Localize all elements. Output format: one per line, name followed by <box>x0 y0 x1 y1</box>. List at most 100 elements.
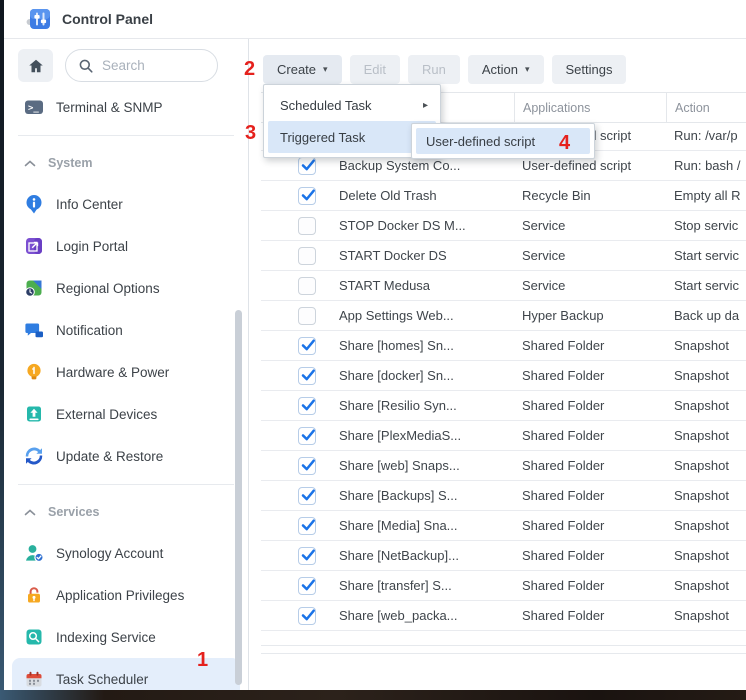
section-label: Services <box>48 505 99 519</box>
applications-cell: Shared Folder <box>514 458 666 473</box>
search-input[interactable]: Search <box>65 49 218 82</box>
row-checkbox[interactable] <box>298 277 316 295</box>
table-row[interactable]: START Docker DSServiceStart servic <box>261 241 746 271</box>
sidebar-divider <box>18 484 234 485</box>
window-titlebar: Control Panel <box>4 0 746 39</box>
sidebar-item-label: Update & Restore <box>56 449 163 464</box>
table-row[interactable]: Share [homes] Sn...Shared FolderSnapshot <box>261 331 746 361</box>
sidebar-nav: >_Terminal & SNMP SystemInfo CenterLogin … <box>4 86 248 690</box>
table-row[interactable]: App Settings Web...Hyper BackupBack up d… <box>261 301 746 331</box>
create-button[interactable]: Create▾ <box>263 55 342 84</box>
edit-button-label: Edit <box>364 62 386 77</box>
table-row[interactable]: Share [PlexMediaS...Shared FolderSnapsho… <box>261 421 746 451</box>
task-name-cell: Share [transfer] S... <box>339 578 514 593</box>
task-name-cell: START Medusa <box>339 278 514 293</box>
list-footer-divider <box>261 645 746 646</box>
menu-item-label: Triggered Task <box>280 130 365 145</box>
checkbox-cell <box>261 607 339 625</box>
applications-cell: Shared Folder <box>514 608 666 623</box>
applications-cell: Shared Folder <box>514 338 666 353</box>
table-row[interactable]: Share [NetBackup]...Shared FolderSnapsho… <box>261 541 746 571</box>
settings-button[interactable]: Settings <box>552 55 627 84</box>
checkbox-cell <box>261 427 339 445</box>
sidebar-item-label: Terminal & SNMP <box>56 100 163 115</box>
row-checkbox[interactable] <box>298 607 316 625</box>
sidebar-item-notification[interactable]: Notification <box>12 309 240 351</box>
action-cell: Back up da <box>666 308 746 323</box>
sidebar: Search >_Terminal & SNMP SystemInfo Cente… <box>4 39 249 690</box>
window-title: Control Panel <box>62 11 153 27</box>
control-panel-app-icon <box>26 6 52 32</box>
row-checkbox[interactable] <box>298 307 316 325</box>
action-cell: Snapshot <box>666 518 746 533</box>
settings-button-label: Settings <box>566 62 613 77</box>
task-name-cell: Share [web_packa... <box>339 608 514 623</box>
hardware-power-icon <box>24 362 44 382</box>
action-cell: Snapshot <box>666 428 746 443</box>
table-row[interactable]: START MedusaServiceStart servic <box>261 271 746 301</box>
sidebar-item-external-devices[interactable]: External Devices <box>12 393 240 435</box>
table-row[interactable]: Share [Media] Sna...Shared FolderSnapsho… <box>261 511 746 541</box>
task-name-cell: STOP Docker DS M... <box>339 218 514 233</box>
row-checkbox[interactable] <box>298 397 316 415</box>
row-checkbox[interactable] <box>298 547 316 565</box>
sidebar-item-hardware-power[interactable]: Hardware & Power <box>12 351 240 393</box>
sidebar-item-login-portal[interactable]: Login Portal <box>12 225 240 267</box>
applications-cell: Shared Folder <box>514 368 666 383</box>
row-checkbox[interactable] <box>298 577 316 595</box>
checkbox-cell <box>261 367 339 385</box>
sidebar-item-label: Notification <box>56 323 123 338</box>
edit-button: Edit <box>350 55 400 84</box>
row-checkbox[interactable] <box>298 517 316 535</box>
menu-item-scheduled-task[interactable]: Scheduled Task▸ <box>268 89 436 121</box>
applications-column-header[interactable]: Applications <box>514 93 666 122</box>
sidebar-item-synology-account[interactable]: Synology Account <box>12 532 240 574</box>
sidebar-section-system[interactable]: System <box>4 143 248 183</box>
table-row[interactable]: Share [web] Snaps...Shared FolderSnapsho… <box>261 451 746 481</box>
task-name-cell: Share [Media] Sna... <box>339 518 514 533</box>
row-checkbox[interactable] <box>298 217 316 235</box>
notification-icon <box>24 320 44 340</box>
table-row[interactable]: STOP Docker DS M...ServiceStop servic <box>261 211 746 241</box>
application-privileges-icon <box>24 585 44 605</box>
sidebar-controls: Search <box>18 49 248 82</box>
sidebar-scrollbar[interactable] <box>235 310 242 685</box>
action-cell: Start servic <box>666 248 746 263</box>
checkbox-cell <box>261 307 339 325</box>
synology-account-icon <box>24 543 44 563</box>
checkbox-cell <box>261 277 339 295</box>
action-cell: Snapshot <box>666 548 746 563</box>
action-cell: Snapshot <box>666 398 746 413</box>
table-row[interactable]: Share [docker] Sn...Shared FolderSnapsho… <box>261 361 746 391</box>
checkbox-cell <box>261 157 339 175</box>
table-row[interactable]: Share [transfer] S...Shared FolderSnapsh… <box>261 571 746 601</box>
checkbox-cell <box>261 217 339 235</box>
table-row[interactable]: Share [Resilio Syn...Shared FolderSnapsh… <box>261 391 746 421</box>
task-name-cell: Backup System Co... <box>339 158 514 173</box>
table-row[interactable]: Share [Backups] S...Shared FolderSnapsho… <box>261 481 746 511</box>
action-button[interactable]: Action▾ <box>468 55 544 84</box>
sidebar-section-services[interactable]: Services <box>4 492 248 532</box>
sidebar-item-label: Hardware & Power <box>56 365 169 380</box>
row-checkbox[interactable] <box>298 487 316 505</box>
action-cell: Empty all R <box>666 188 746 203</box>
sidebar-item-update-restore[interactable]: Update & Restore <box>12 435 240 477</box>
external-devices-icon <box>24 404 44 424</box>
action-column-header[interactable]: Action <box>666 93 746 122</box>
row-checkbox[interactable] <box>298 367 316 385</box>
sidebar-item-application-privileges[interactable]: Application Privileges <box>12 574 240 616</box>
row-checkbox[interactable] <box>298 157 316 175</box>
sidebar-item-label: Task Scheduler <box>56 672 148 687</box>
home-button[interactable] <box>18 49 53 82</box>
sidebar-item-terminal-snmp[interactable]: >_Terminal & SNMP <box>12 86 240 128</box>
table-row[interactable]: Share [web_packa...Shared FolderSnapshot <box>261 601 746 631</box>
row-checkbox[interactable] <box>298 337 316 355</box>
row-checkbox[interactable] <box>298 187 316 205</box>
row-checkbox[interactable] <box>298 247 316 265</box>
sidebar-item-regional-options[interactable]: Regional Options <box>12 267 240 309</box>
sidebar-item-info-center[interactable]: Info Center <box>12 183 240 225</box>
row-checkbox[interactable] <box>298 427 316 445</box>
row-checkbox[interactable] <box>298 457 316 475</box>
info-center-icon <box>24 194 44 214</box>
table-row[interactable]: Delete Old TrashRecycle BinEmpty all R <box>261 181 746 211</box>
